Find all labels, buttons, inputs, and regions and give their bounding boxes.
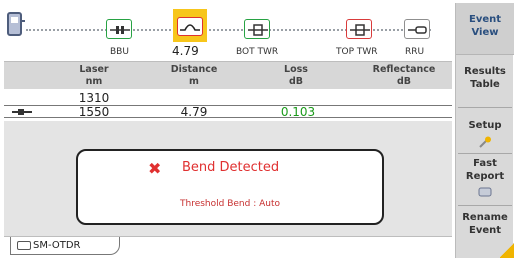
side-menu-corner-accent bbox=[500, 243, 514, 258]
setup-label: Setup bbox=[468, 120, 502, 131]
red-x-icon: ✖ bbox=[148, 159, 162, 178]
splice-icon bbox=[350, 24, 370, 36]
cell-distance: 4.79 bbox=[180, 105, 208, 119]
popup-subtitle: Threshold Bend : Auto bbox=[180, 199, 280, 209]
menu-divider bbox=[458, 205, 512, 206]
event-marker-top-twr[interactable] bbox=[346, 19, 372, 39]
popup-title: Bend Detected bbox=[182, 160, 280, 175]
cell-loss: 0.103 bbox=[280, 105, 316, 119]
column-header-loss: Loss dB bbox=[284, 64, 308, 87]
otdr-device-icon bbox=[7, 12, 25, 36]
wrench-icon bbox=[479, 136, 491, 148]
rename-event-label-2: Event bbox=[468, 225, 502, 236]
rename-event-button[interactable]: Rename Event bbox=[456, 207, 514, 247]
otdr-tab-icon bbox=[17, 241, 31, 250]
selected-event-distance: 4.79 bbox=[172, 44, 199, 58]
event-marker-bend-selected[interactable] bbox=[173, 9, 207, 42]
splice-icon bbox=[248, 24, 268, 36]
rename-event-label-1: Rename bbox=[462, 212, 508, 223]
event-marker-rru[interactable] bbox=[404, 19, 430, 39]
event-view-label-1: Event bbox=[468, 14, 502, 25]
menu-divider bbox=[458, 107, 512, 108]
event-label-bot-twr: BOT TWR bbox=[236, 47, 279, 57]
fiber-event-icon bbox=[12, 109, 32, 115]
column-header-reflectance: Reflectance dB bbox=[372, 64, 436, 87]
event-label-top-twr: TOP TWR bbox=[336, 47, 378, 57]
tab-bar: SM-OTDR bbox=[4, 236, 452, 258]
table-row-selected[interactable]: 1550 4.79 0.103 bbox=[4, 105, 452, 119]
event-label-bbu: BBU bbox=[110, 47, 129, 57]
column-header-distance: Distance m bbox=[170, 64, 218, 87]
event-view-label-2: View bbox=[471, 27, 499, 38]
results-label-2: Table bbox=[470, 79, 500, 90]
results-table-button[interactable]: Results Table bbox=[456, 57, 514, 107]
event-marker-bot-twr[interactable] bbox=[244, 19, 270, 39]
menu-divider bbox=[458, 153, 512, 154]
setup-button[interactable]: Setup bbox=[456, 109, 514, 153]
side-menu: Event View Results Table Setup Fast Repo… bbox=[455, 3, 514, 258]
report-icon bbox=[478, 187, 492, 197]
otdr-screen: BBU 4.79 BOT TWR TOP TWR RRU Laser nm Dis… bbox=[0, 0, 515, 261]
cell-laser: 1310 bbox=[78, 91, 110, 105]
results-table-header: Laser nm Distance m Loss dB Reflectance dB bbox=[4, 61, 452, 89]
bend-icon bbox=[180, 24, 200, 31]
fast-report-button[interactable]: Fast Report bbox=[456, 155, 514, 205]
event-view-button[interactable]: Event View bbox=[456, 3, 514, 55]
connector-icon bbox=[110, 26, 130, 34]
event-strip: BBU 4.79 BOT TWR TOP TWR RRU bbox=[4, 3, 452, 61]
fiber-end-icon bbox=[408, 26, 427, 34]
event-marker-bbu[interactable] bbox=[106, 19, 132, 39]
tab-sm-otdr[interactable]: SM-OTDR bbox=[10, 237, 120, 255]
column-header-laser: Laser nm bbox=[79, 64, 109, 87]
tab-label: SM-OTDR bbox=[33, 240, 81, 251]
results-label-1: Results bbox=[464, 66, 506, 77]
main-panel: BBU 4.79 BOT TWR TOP TWR RRU Laser nm Dis… bbox=[4, 3, 452, 258]
bend-detected-popup: ✖ Bend Detected Threshold Bend : Auto bbox=[76, 149, 384, 225]
fast-report-label-1: Fast bbox=[473, 158, 497, 169]
fast-report-label-2: Report bbox=[465, 171, 505, 182]
table-row[interactable]: 1310 bbox=[4, 92, 452, 105]
event-label-rru: RRU bbox=[405, 47, 425, 57]
cell-laser: 1550 bbox=[78, 105, 110, 119]
